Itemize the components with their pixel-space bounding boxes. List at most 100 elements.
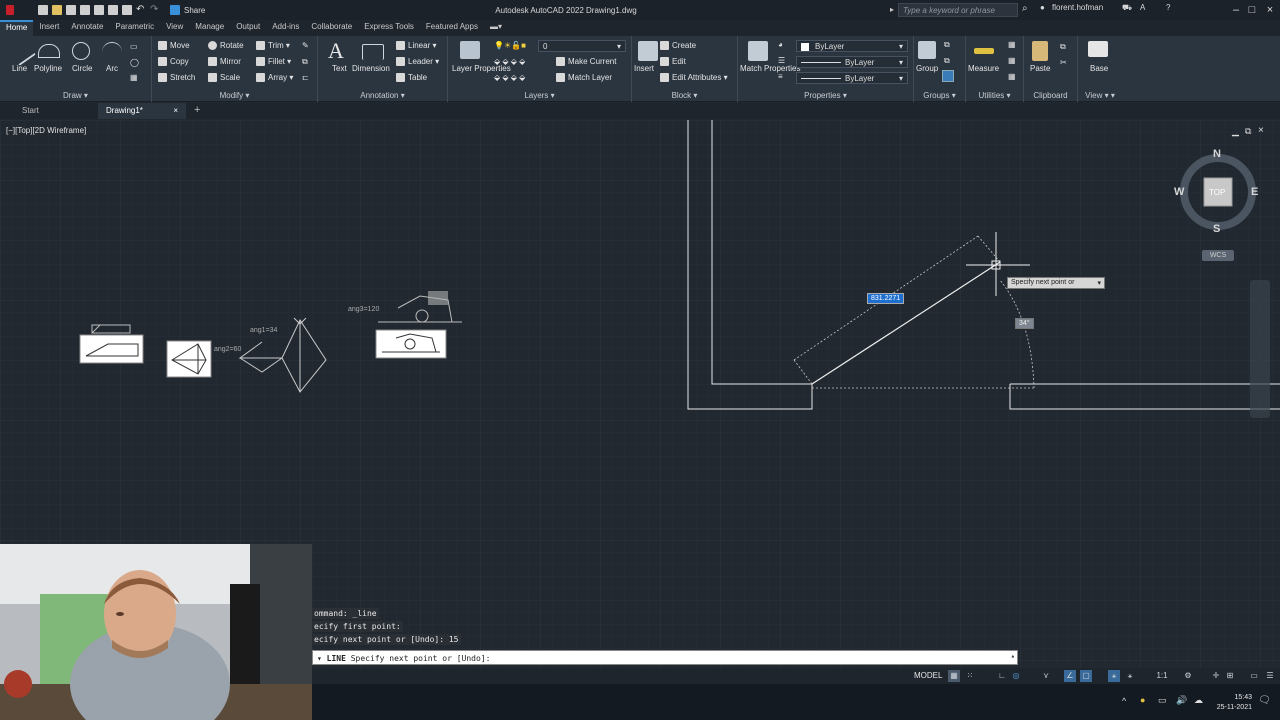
rotate-button[interactable]: Rotate	[208, 41, 244, 51]
utilities-panel-label[interactable]: Utilities ▾	[966, 91, 1023, 100]
annotation-monitor-icon[interactable]: ✛	[1210, 670, 1222, 682]
open-web-icon[interactable]	[94, 5, 104, 15]
cut-icon[interactable]: ✂	[1060, 58, 1067, 67]
prompt-options-icon[interactable]: ▾	[1097, 279, 1101, 287]
auto-scale-icon[interactable]: ⚹	[1124, 670, 1136, 682]
help-icon[interactable]: ?	[1166, 3, 1170, 12]
ortho-icon[interactable]: ∟	[996, 670, 1008, 682]
annotation-panel-label[interactable]: Annotation ▾	[318, 91, 447, 100]
plot-icon[interactable]	[122, 5, 132, 15]
dimension-button[interactable]: Dimension	[352, 64, 390, 73]
stretch-button[interactable]: Stretch	[158, 73, 195, 83]
polyline-icon[interactable]	[38, 44, 60, 58]
color-dropdown[interactable]: ByLayer ▾	[796, 40, 908, 52]
notifications-icon[interactable]: 🗨	[1258, 695, 1271, 706]
draw-panel-label[interactable]: Draw ▾	[0, 91, 151, 100]
units-icon[interactable]: ⊞	[1224, 670, 1236, 682]
insert-icon[interactable]	[638, 41, 658, 61]
viewcube-top-face[interactable]: TOP	[1209, 188, 1225, 197]
create-button[interactable]: Create	[660, 41, 696, 51]
new-tab-icon[interactable]: +	[186, 103, 208, 119]
tab-manage[interactable]: Manage	[189, 20, 230, 36]
object-snap-icon[interactable]: ▢	[1080, 670, 1092, 682]
text-button[interactable]: Text	[332, 64, 347, 73]
search-icon[interactable]: ⌕	[1022, 3, 1028, 14]
make-current-button[interactable]: Make Current	[556, 57, 616, 67]
tab-view[interactable]: View	[160, 20, 189, 36]
minimize-icon[interactable]: –	[1228, 2, 1244, 18]
autocad-logo-icon[interactable]	[6, 5, 14, 15]
close-icon[interactable]: ×	[1262, 2, 1278, 18]
polar-tracking-icon[interactable]: ◎	[1010, 670, 1022, 682]
cart-icon[interactable]: ⛟	[1122, 3, 1132, 13]
copy-button[interactable]: Copy	[158, 57, 189, 67]
search-arrow-icon[interactable]: ▸	[890, 5, 894, 14]
customization-menu-icon[interactable]: ☰	[1264, 670, 1276, 682]
mirror-button[interactable]: Mirror	[208, 57, 241, 67]
clipboard-panel-label[interactable]: Clipboard	[1024, 91, 1077, 100]
polyline-button[interactable]: Polyline	[34, 64, 62, 73]
tab-annotate[interactable]: Annotate	[65, 20, 109, 36]
lineweight-icon[interactable]: ≡	[778, 72, 783, 81]
trim-button[interactable]: Trim ▾	[256, 41, 290, 51]
array-button[interactable]: Array ▾	[256, 73, 293, 83]
tab-parametric[interactable]: Parametric	[109, 20, 160, 36]
groups-panel-label[interactable]: Groups ▾	[914, 91, 965, 100]
ribbon-toggle-icon[interactable]: ▬▾	[484, 20, 508, 36]
table-button[interactable]: Table	[396, 73, 427, 83]
cloud-icon[interactable]: ☁	[1194, 695, 1203, 706]
maximize-icon[interactable]: □	[1244, 2, 1260, 18]
ellipse-icon[interactable]: ◯	[130, 58, 139, 67]
layer-state-icons[interactable]: 💡☀🔓■	[494, 41, 526, 50]
linear-button[interactable]: Linear ▾	[396, 41, 437, 51]
viewport-restore-icon[interactable]: ⧉	[1245, 126, 1251, 137]
match-layer-button[interactable]: Match Layer	[556, 73, 612, 83]
base-button[interactable]: Base	[1090, 64, 1108, 73]
redo-icon[interactable]: ↷	[150, 5, 160, 15]
line-icon[interactable]	[8, 38, 36, 66]
viewport-close-icon[interactable]: ×	[1258, 125, 1264, 136]
group-edit-icon[interactable]: ⧉	[944, 56, 950, 66]
isodraft-icon[interactable]: ⋎	[1040, 670, 1052, 682]
workspace-gear-icon[interactable]: ⚙	[1182, 670, 1194, 682]
view-panel-label[interactable]: View ▾ ▾	[1078, 91, 1122, 100]
linetype-dropdown[interactable]: ByLayer ▾	[796, 56, 908, 68]
share-icon[interactable]	[170, 5, 180, 15]
length-dynamic-input[interactable]: 831.2271	[867, 293, 905, 304]
annotation-scale[interactable]: 1:1	[1154, 670, 1170, 682]
fillet-button[interactable]: Fillet ▾	[256, 57, 291, 67]
dimension-icon[interactable]	[362, 44, 384, 60]
copy-clip-icon[interactable]: ⧉	[1060, 42, 1066, 52]
wcs-menu[interactable]: WCS	[1202, 250, 1234, 261]
navigation-bar[interactable]	[1250, 280, 1270, 418]
grid-toggle-icon[interactable]: ▦	[948, 670, 960, 682]
user-icon[interactable]: ●	[1040, 3, 1045, 12]
save-as-icon[interactable]	[80, 5, 90, 15]
viewport-controls-label[interactable]: [−][Top][2D Wireframe]	[6, 126, 86, 135]
group-selection-icon[interactable]	[942, 70, 954, 82]
erase-icon[interactable]: ✎	[302, 41, 309, 50]
calculator-icon[interactable]: ▦	[1008, 40, 1016, 49]
search-input[interactable]: Type a keyword or phrase	[898, 3, 1018, 17]
layer-dropdown[interactable]: 0 ▾	[538, 40, 626, 52]
command-line-arrow-icon[interactable]: ▴	[1011, 652, 1015, 660]
volume-icon[interactable]: 🔊	[1176, 695, 1187, 706]
viewcube-north[interactable]: N	[1213, 148, 1221, 160]
paste-button[interactable]: Paste	[1030, 64, 1050, 73]
show-hidden-icons-icon[interactable]: ^	[1122, 696, 1126, 706]
paste-icon[interactable]	[1032, 41, 1048, 61]
match-properties-icon[interactable]	[748, 41, 768, 61]
measure-icon[interactable]	[974, 48, 994, 54]
tab-start[interactable]: Start	[14, 103, 47, 119]
layer-tools-row2[interactable]: ⬙ ⬙ ⬙ ⬙	[494, 73, 525, 82]
group-button[interactable]: Group	[916, 64, 938, 73]
edit-attributes-button[interactable]: Edit Attributes ▾	[660, 73, 728, 83]
properties-panel-label[interactable]: Properties ▾	[738, 91, 913, 100]
linetype-icon[interactable]: ☰	[778, 56, 785, 65]
tray-app-icon[interactable]: ●	[1140, 695, 1145, 705]
scale-button[interactable]: Scale	[208, 73, 240, 83]
viewcube-east[interactable]: E	[1251, 186, 1258, 198]
move-button[interactable]: Move	[158, 41, 190, 51]
annotation-visibility-icon[interactable]: ⚹	[1108, 670, 1120, 682]
modify-panel-label[interactable]: Modify ▾	[152, 91, 317, 100]
